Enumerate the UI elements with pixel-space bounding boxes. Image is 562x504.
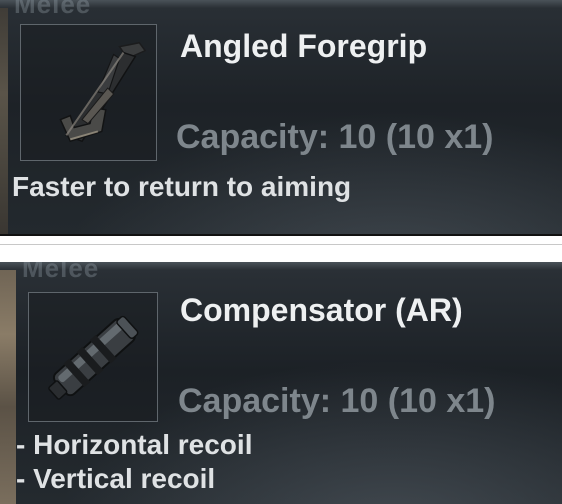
panel-separator [0,236,562,262]
item-tooltip-compensator: Melee Compensator (AR) Capacity: 10 (10 … [0,262,562,504]
item-description-line: Faster to return to aiming [12,171,352,202]
item-capacity: Capacity: 10 (10 x1) [178,382,496,420]
item-description-line: - Horizontal recoil [16,429,253,460]
item-icon-frame [20,24,157,161]
background-scene-strip [0,0,8,234]
background-scene-strip [0,262,16,504]
category-label-ghost: Melee [22,262,100,283]
item-title: Compensator (AR) [180,292,463,328]
item-tooltip-angled-foregrip: Melee Angled Foregrip Capacity: 10 (10 x… [0,0,562,236]
category-label-ghost: Melee [14,0,92,19]
item-description-line: - Vertical recoil [16,463,216,494]
item-description: - Horizontal recoil - Vertical recoil [16,428,252,496]
item-icon-frame [28,292,158,422]
angled-foregrip-icon [59,41,147,143]
item-description: Faster to return to aiming [12,170,351,204]
item-title: Angled Foregrip [180,28,428,64]
item-capacity: Capacity: 10 (10 x1) [176,118,494,156]
compensator-icon [48,315,139,400]
divider-line [0,244,562,245]
